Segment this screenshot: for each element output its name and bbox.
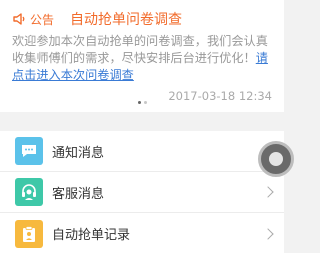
notice-card[interactable]: 公告 自动抢单问卷调查 欢迎参加本次自动抢单的问卷调查，我们会认真收集师傅们的需… bbox=[0, 0, 284, 112]
speaker-icon bbox=[13, 13, 25, 25]
carousel-dot bbox=[144, 101, 147, 104]
clipboard-icon bbox=[15, 219, 43, 248]
menu-item-label: 客服消息 bbox=[52, 186, 105, 202]
menu-item-auto-grab-records[interactable]: 自动抢单记录 bbox=[0, 213, 284, 253]
assistive-button-inner bbox=[269, 152, 283, 166]
notice-text: 欢迎参加本次自动抢单的问卷调查，我们会认真收集师傅们的需求，尽快安排后台进行优化… bbox=[12, 34, 268, 65]
carousel-dot-active bbox=[138, 101, 141, 104]
menu-list: 通知消息 客服消息 自动抢单记录 bbox=[0, 131, 284, 253]
notice-title[interactable]: 自动抢单问卷调查 bbox=[70, 9, 182, 29]
notice-body: 欢迎参加本次自动抢单的问卷调查，我们会认真收集师傅们的需求，尽快安排后台进行优化… bbox=[12, 33, 276, 84]
menu-item-notifications[interactable]: 通知消息 bbox=[0, 131, 284, 172]
chat-bubble-icon bbox=[15, 137, 43, 165]
floating-assistive-button[interactable] bbox=[258, 141, 294, 177]
notice-header: 公告 自动抢单问卷调查 bbox=[12, 9, 182, 29]
notice-date: 2017-03-18 12:34 bbox=[168, 89, 272, 103]
menu-item-label: 自动抢单记录 bbox=[52, 228, 131, 243]
menu-item-label: 通知消息 bbox=[52, 145, 105, 161]
notice-tag: 公告 bbox=[30, 12, 55, 27]
chevron-right-icon bbox=[262, 227, 274, 240]
carousel-indicator bbox=[138, 101, 147, 104]
menu-item-customer-service[interactable]: 客服消息 bbox=[0, 172, 284, 213]
headset-icon bbox=[15, 178, 43, 206]
chevron-right-icon bbox=[262, 186, 274, 198]
